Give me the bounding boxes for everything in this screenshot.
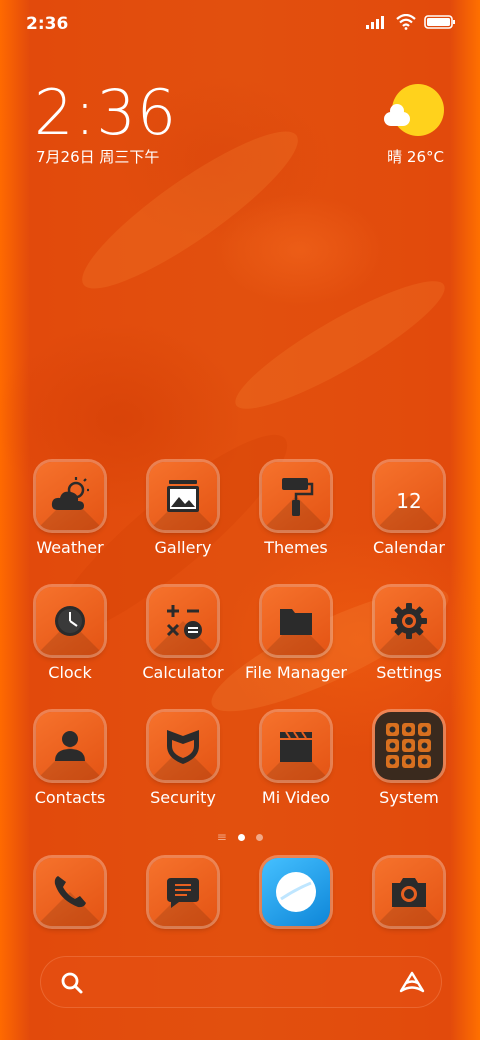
app-settings[interactable]: Settings [353, 587, 465, 682]
app-label: Mi Video [261, 788, 331, 807]
app-calculator[interactable]: Calculator [127, 587, 239, 682]
app-gallery[interactable]: Gallery [127, 462, 239, 557]
dock-camera[interactable] [353, 858, 465, 926]
app-label: Contacts [34, 788, 106, 807]
app-label: File Manager [245, 663, 347, 682]
browser-icon [276, 872, 316, 912]
clock-icon [55, 606, 85, 636]
dock-phone[interactable] [14, 858, 126, 926]
status-bar: 2:36 [0, 0, 480, 50]
system-folder-icon [386, 723, 431, 768]
assistant-icon[interactable] [398, 970, 426, 994]
calendar-icon: 12 [396, 489, 422, 513]
app-mi-video[interactable]: Mi Video [240, 712, 352, 807]
status-time: 2:36 [26, 14, 69, 34]
app-label: Calendar [373, 538, 445, 557]
app-system-folder[interactable]: System [353, 712, 465, 807]
app-file-manager[interactable]: File Manager [240, 587, 352, 682]
page-indicator[interactable]: ≡ [0, 830, 480, 844]
weather-widget[interactable]: 晴 26°C [384, 82, 444, 172]
app-label: Themes [264, 538, 328, 557]
gallery-icon [167, 480, 199, 512]
weather-icon [51, 477, 89, 510]
wallpaper-streak [223, 263, 457, 427]
app-label: Security [150, 788, 216, 807]
app-themes[interactable]: Themes [240, 462, 352, 557]
contacts-icon [55, 731, 85, 761]
app-weather[interactable]: Weather [14, 462, 126, 557]
app-label: Gallery [154, 538, 212, 557]
signal-icon [366, 16, 384, 29]
app-label: Calculator [142, 663, 224, 682]
shield-icon [167, 730, 199, 764]
app-clock[interactable]: Clock [14, 587, 126, 682]
camera-icon [392, 878, 426, 907]
messages-icon [167, 878, 199, 908]
themes-icon [282, 478, 314, 516]
status-icons [366, 14, 456, 30]
page-dot [256, 834, 264, 841]
app-contacts[interactable]: Contacts [14, 712, 126, 807]
wifi-icon [396, 14, 416, 30]
battery-icon [424, 15, 455, 29]
calculator-icon [166, 605, 202, 639]
phone-icon [54, 876, 86, 908]
clapperboard-icon [280, 731, 312, 762]
cloud-icon [384, 104, 410, 126]
app-calendar[interactable]: 12 Calendar [353, 462, 465, 557]
gear-icon [391, 603, 427, 639]
dock-browser[interactable] [240, 858, 352, 926]
dock-messages[interactable] [127, 858, 239, 926]
page-dot-active [238, 834, 246, 841]
folder-icon [280, 609, 312, 635]
clock-widget-date: 7月26日 周三下午 [36, 148, 160, 166]
app-label: System [379, 788, 439, 807]
app-label: Clock [48, 663, 92, 682]
app-security[interactable]: Security [127, 712, 239, 807]
app-label: Settings [376, 663, 442, 682]
weather-widget-text: 晴 26°C [387, 148, 444, 166]
app-label: Weather [36, 538, 104, 557]
clock-widget-time[interactable]: 2:36 [34, 76, 177, 149]
search-bar[interactable] [40, 956, 442, 1008]
page-list-icon: ≡ [216, 830, 227, 844]
search-icon[interactable] [60, 971, 84, 995]
